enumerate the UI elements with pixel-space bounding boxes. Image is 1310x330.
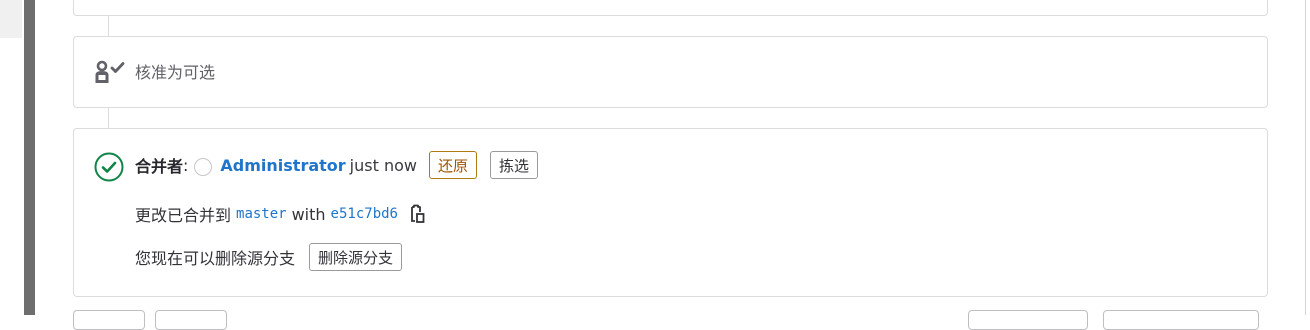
- merged-time: just now: [349, 155, 417, 175]
- delete-source-branch-row: 您现在可以删除源分支 删除源分支: [135, 243, 415, 271]
- bottom-button[interactable]: [155, 310, 227, 330]
- delete-branch-hint: 您现在可以删除源分支: [135, 249, 296, 268]
- approval-optional-text: 核准为可选: [135, 63, 216, 82]
- right-divider: [1305, 0, 1306, 315]
- approval-user-check-icon: [95, 60, 125, 83]
- previous-widget-card: [73, 0, 1268, 16]
- with-text: with: [291, 204, 326, 224]
- merged-by-row: 合并者 : Administrator just now 还原 拣选: [135, 150, 551, 180]
- bottom-button[interactable]: [1103, 310, 1259, 330]
- clipboard-copy-icon[interactable]: [408, 204, 426, 224]
- revert-button[interactable]: 还原: [428, 151, 477, 179]
- merged-section: 合并者 : Administrator just now 还原 拣选 更改已合并…: [73, 128, 1268, 297]
- merged-into-row: 更改已合并到 master with e51c7bd6: [135, 202, 426, 226]
- changes-merged-text: 更改已合并到: [135, 206, 232, 225]
- target-branch-link[interactable]: master: [236, 206, 287, 222]
- check-circle-icon: [94, 152, 124, 182]
- approval-section: 核准为可选: [73, 36, 1268, 108]
- scrollbar-left-rail: [24, 0, 35, 315]
- delete-source-branch-button[interactable]: 删除源分支: [309, 243, 403, 271]
- timeline-connector: [108, 16, 109, 36]
- merged-by-colon: :: [183, 155, 189, 175]
- author-link[interactable]: Administrator: [220, 156, 345, 175]
- bottom-button[interactable]: [968, 310, 1088, 330]
- merged-by-label: 合并者: [135, 157, 184, 176]
- commit-sha-link[interactable]: e51c7bd6: [331, 206, 398, 222]
- bottom-button[interactable]: [73, 310, 145, 330]
- timeline-connector: [108, 108, 109, 128]
- side-panel-edge: [0, 0, 22, 38]
- avatar[interactable]: [194, 158, 213, 176]
- cherry-pick-button[interactable]: 拣选: [489, 151, 538, 179]
